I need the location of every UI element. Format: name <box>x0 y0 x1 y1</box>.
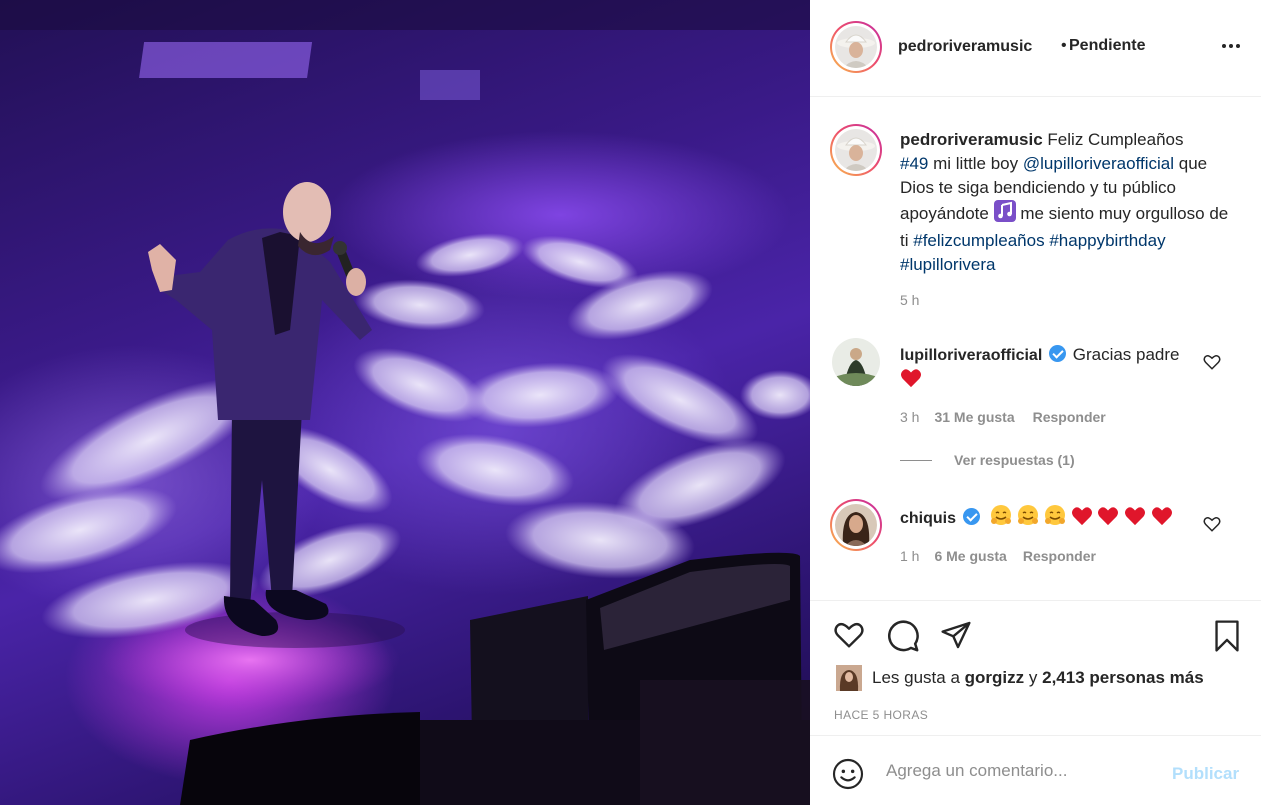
share-paper-plane-icon[interactable] <box>939 619 973 651</box>
verified-badge-icon <box>962 508 980 525</box>
more-options-icon[interactable] <box>1218 36 1244 56</box>
hashtag-link[interactable]: #lupillorivera <box>900 255 995 274</box>
cowboy-avatar-image <box>835 129 877 171</box>
post-sidebar: pedroriveramusic • Pendiente pedrorivera… <box>810 0 1261 805</box>
liked-by-conj: y <box>1028 668 1038 687</box>
caption-text: mi little boy <box>933 154 1019 173</box>
commenter-photo <box>832 338 880 386</box>
liker-avatar <box>836 665 862 691</box>
comment-body: chiquis <box>900 504 1200 531</box>
caption-timestamp[interactable]: 5 h <box>900 292 919 308</box>
comment-meta: 1 h 6 Me gusta Responder <box>900 548 1096 564</box>
author-username[interactable]: pedroriveramusic <box>898 38 1032 56</box>
caption-author-avatar[interactable] <box>830 124 882 176</box>
comment-timestamp[interactable]: 3 h <box>900 409 919 425</box>
post-timestamp[interactable]: HACE 5 HORAS <box>834 708 928 722</box>
red-heart-emoji-icon <box>1098 507 1119 526</box>
save-bookmark-icon[interactable] <box>1211 619 1243 653</box>
concert-stage-photo <box>0 0 810 805</box>
like-comment-heart-icon[interactable] <box>1203 353 1221 371</box>
view-replies-button[interactable]: Ver respuestas (1) <box>900 452 1075 468</box>
commenter-avatar[interactable] <box>832 338 880 386</box>
likes-summary[interactable]: Les gusta a gorgizz y 2,413 personas más <box>836 665 1204 691</box>
comment-meta: 3 h 31 Me gusta Responder <box>900 409 1106 425</box>
commenter-avatar[interactable] <box>830 499 882 551</box>
comment-body: lupilloriveraofficial Gracias padre <box>900 343 1190 395</box>
view-replies-label: Ver respuestas (1) <box>954 452 1075 468</box>
publish-button[interactable]: Publicar <box>1172 764 1239 784</box>
like-heart-icon[interactable] <box>832 619 866 651</box>
replies-divider-line <box>900 459 932 461</box>
reply-button[interactable]: Responder <box>1023 548 1096 564</box>
commenter-username[interactable]: chiquis <box>900 510 956 527</box>
comment-text: Gracias padre <box>1072 345 1180 364</box>
hashtag-link[interactable]: #felizcumpleaños <box>913 231 1044 250</box>
separator-dot: • <box>1061 37 1067 54</box>
mention-link[interactable]: @lupilloriveraofficial <box>1023 154 1174 173</box>
red-heart-emoji-icon <box>1125 507 1146 526</box>
comment-timestamp[interactable]: 1 h <box>900 548 919 564</box>
hashtag-link[interactable]: #49 <box>900 154 928 173</box>
add-comment-bar: Publicar <box>810 735 1261 805</box>
verified-badge-icon <box>1049 345 1066 362</box>
post-actions: Les gusta a gorgizz y 2,413 personas más… <box>810 600 1261 735</box>
musical-notes-emoji-icon <box>993 200 1016 229</box>
post-caption: pedroriveramusic Feliz Cumpleaños #49 mi… <box>900 128 1230 277</box>
comment-likes-count[interactable]: 6 Me gusta <box>934 548 1006 564</box>
cowboy-avatar-image <box>835 26 877 68</box>
author-avatar[interactable] <box>830 21 882 73</box>
comment-bubble-icon[interactable] <box>886 619 920 653</box>
post-header: pedroriveramusic • Pendiente <box>810 0 1261 97</box>
follow-status-button[interactable]: Pendiente <box>1069 37 1145 55</box>
emoji-picker-icon[interactable] <box>832 758 864 790</box>
red-heart-emoji-icon <box>1151 507 1172 526</box>
post-photo[interactable] <box>0 0 810 805</box>
liked-by-user[interactable]: gorgizz <box>965 668 1025 688</box>
comment-emojis <box>990 505 1172 527</box>
hugging-face-emoji-icon <box>1018 505 1039 525</box>
red-heart-emoji-icon <box>1071 507 1092 526</box>
commenter-username[interactable]: lupilloriveraofficial <box>900 347 1042 364</box>
hashtag-link[interactable]: #happybirthday <box>1049 231 1165 250</box>
caption-username[interactable]: pedroriveramusic <box>900 130 1043 149</box>
commenter-photo <box>835 504 877 546</box>
hugging-face-emoji-icon <box>1044 505 1065 525</box>
comments-section: pedroriveramusic Feliz Cumpleaños #49 mi… <box>810 98 1261 600</box>
comment-input[interactable] <box>886 758 1166 784</box>
reply-button[interactable]: Responder <box>1033 409 1106 425</box>
like-comment-heart-icon[interactable] <box>1203 515 1221 533</box>
likes-count[interactable]: 2,413 personas más <box>1042 668 1204 688</box>
hugging-face-emoji-icon <box>991 505 1012 525</box>
red-heart-emoji-icon <box>900 368 922 395</box>
comment-likes-count[interactable]: 31 Me gusta <box>934 409 1014 425</box>
caption-text: Feliz Cumpleaños <box>1047 130 1184 149</box>
liked-by-prefix: Les gusta a <box>872 668 960 687</box>
